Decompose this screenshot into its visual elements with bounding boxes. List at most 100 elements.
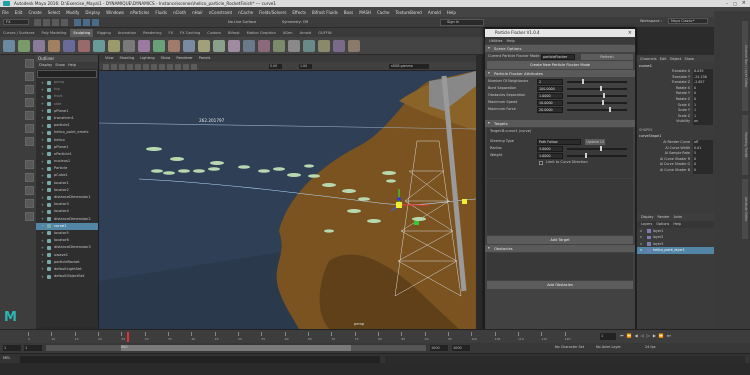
create-flocker-button[interactable]: Create New Particle Flocker Mode (487, 61, 633, 69)
shadows-icon[interactable] (183, 63, 189, 70)
shelf-repeat-icon[interactable] (213, 39, 225, 52)
modeling-toolkit-tab[interactable]: Modeling Toolkit (742, 115, 748, 175)
attribute-field[interactable]: 20.0000 (537, 107, 563, 113)
weight-slider[interactable] (567, 155, 627, 157)
shelf-bulge-icon[interactable] (318, 39, 330, 52)
shelf-tab-animation[interactable]: Animation (115, 29, 139, 37)
resolution-gate-icon[interactable] (143, 63, 149, 70)
add-target-button[interactable]: Add Target (487, 236, 633, 244)
current-frame-field[interactable]: 1 (600, 333, 616, 340)
shelf-tab-fx-caching[interactable]: FX Caching (177, 29, 203, 37)
outliner-item[interactable]: + top (36, 86, 98, 93)
expand-icon[interactable]: + (41, 217, 45, 221)
flocker-menu-utilities[interactable]: Utilities (489, 39, 503, 43)
menu-modify[interactable]: Modify (66, 10, 79, 15)
shelf-foamy-icon[interactable] (183, 39, 195, 52)
layer-color-swatch[interactable] (647, 229, 651, 233)
outliner-item[interactable]: + Particle (36, 165, 98, 172)
menu-mash[interactable]: MASH (359, 10, 371, 15)
close-button[interactable]: × (742, 0, 746, 6)
outliner-item[interactable]: + pPlane1 (36, 108, 98, 115)
expand-icon[interactable]: + (41, 109, 45, 113)
shelf-tab-motion-graphics[interactable]: Motion Graphics (244, 29, 279, 37)
outliner-item[interactable]: + particleRocket (36, 259, 98, 266)
exposure-field[interactable]: 0.00 (269, 64, 282, 69)
shelf-tab-fx[interactable]: FX (166, 29, 177, 37)
playback-end-field[interactable]: 1000 (430, 345, 448, 351)
shelf-cylinder-icon[interactable] (33, 39, 45, 52)
menu-display[interactable]: Display (85, 10, 100, 15)
menu-file[interactable]: File (2, 10, 9, 15)
scene-options-frame[interactable]: Scene Options (485, 45, 635, 52)
layer-row[interactable]: Vhelico_point_layer1 (637, 247, 714, 254)
layer-menu-layers[interactable]: Layers (641, 222, 652, 226)
live-surface-label[interactable]: No Live Surface (228, 20, 256, 24)
paint-select-tool-icon[interactable] (25, 85, 34, 94)
viewport-menu-shading[interactable]: Shading (120, 55, 135, 62)
expand-icon[interactable]: + (41, 167, 45, 171)
weight-field[interactable]: 1.0000 (537, 153, 563, 159)
layer-visibility-icon[interactable]: V (640, 247, 642, 254)
steering-dropdown[interactable]: Path Follow (537, 139, 581, 145)
weight-slider-handle[interactable] (585, 153, 587, 158)
outliner-item[interactable]: + helico_point_emetc (36, 129, 98, 136)
shelf-torus-icon[interactable] (78, 39, 90, 52)
outliner-search-input[interactable] (37, 70, 97, 78)
shelf-smear-icon[interactable] (303, 39, 315, 52)
radius-field[interactable]: 3.0000 (537, 146, 563, 152)
viewport-menu-show[interactable]: Show (161, 55, 171, 62)
refresh-button[interactable]: Refresh (581, 53, 633, 60)
attribute-slider-handle[interactable] (603, 93, 605, 98)
outliner-item[interactable]: + nucleus1 (36, 158, 98, 165)
expand-icon[interactable]: + (41, 260, 45, 264)
menu-select[interactable]: Select (48, 10, 60, 15)
shelf-spray-icon[interactable] (198, 39, 210, 52)
outliner-item[interactable]: + locator2 (36, 187, 98, 194)
outliner-item[interactable]: + front (36, 93, 98, 100)
attribute-slider[interactable] (567, 95, 627, 97)
shelf-tab-sculpting[interactable]: Sculpting (70, 28, 94, 37)
go-to-start-icon[interactable]: ⏮ (620, 333, 624, 338)
shelf-plane-icon[interactable] (63, 39, 75, 52)
lights-icon[interactable] (175, 63, 181, 70)
flocker-attributes-frame[interactable]: Particle Flocker Attributes (485, 70, 635, 77)
outliner-menu-display[interactable]: Display (39, 62, 52, 69)
scale-tool-icon[interactable] (25, 124, 34, 133)
new-scene-icon[interactable] (34, 19, 41, 26)
character-set-dropdown[interactable]: No Character Set (555, 345, 584, 349)
image-plane-icon[interactable] (119, 63, 125, 70)
layer-menu-options[interactable]: Options (656, 222, 669, 226)
attribute-field[interactable]: 1.0000 (537, 93, 563, 99)
radius-slider[interactable] (567, 148, 627, 150)
outliner-item[interactable]: + locator3 (36, 201, 98, 208)
step-forward-frame-icon[interactable]: ▶ (653, 333, 656, 338)
expand-icon[interactable]: + (41, 203, 45, 207)
menuset-dropdown[interactable]: FX (3, 19, 29, 25)
shelf-tab-custom[interactable]: Custom (204, 29, 224, 37)
outliner-item[interactable]: + side (36, 101, 98, 108)
flocker-menu-help[interactable]: Help (507, 39, 515, 43)
menu-boss[interactable]: Boss (344, 10, 353, 15)
viewport-3d[interactable]: 262.201797 persp (99, 71, 476, 329)
menu-help[interactable]: Help (447, 10, 456, 15)
shelf-tab-guffin[interactable]: GUFFIN (315, 29, 334, 37)
attribute-field[interactable]: 10.0000 (537, 100, 563, 106)
layer-tab-display[interactable]: Display (641, 215, 654, 219)
play-forward-icon[interactable]: ▷ (647, 333, 650, 338)
menu-windows[interactable]: Windows (106, 10, 124, 15)
select-component-icon[interactable] (92, 19, 99, 26)
outliner-item[interactable]: + pCube1 (36, 172, 98, 179)
channel-menu-edit[interactable]: Edit (660, 57, 667, 61)
outliner-item[interactable]: + helico (36, 137, 98, 144)
sign-in-button[interactable]: Sign In (440, 19, 484, 26)
shelf-cube-icon[interactable] (18, 39, 30, 52)
expand-icon[interactable]: + (41, 131, 45, 135)
shelf-scrape-icon[interactable] (258, 39, 270, 52)
attribute-slider[interactable] (567, 81, 627, 83)
outliner-item[interactable]: + locator5 (36, 230, 98, 237)
expand-icon[interactable]: + (41, 181, 45, 185)
expand-icon[interactable]: + (41, 239, 45, 243)
menu-ncache[interactable]: nCache (238, 10, 253, 15)
outliner-item[interactable]: + distanceDimension2 (36, 216, 98, 223)
menu-nhair[interactable]: nHair (192, 10, 203, 15)
